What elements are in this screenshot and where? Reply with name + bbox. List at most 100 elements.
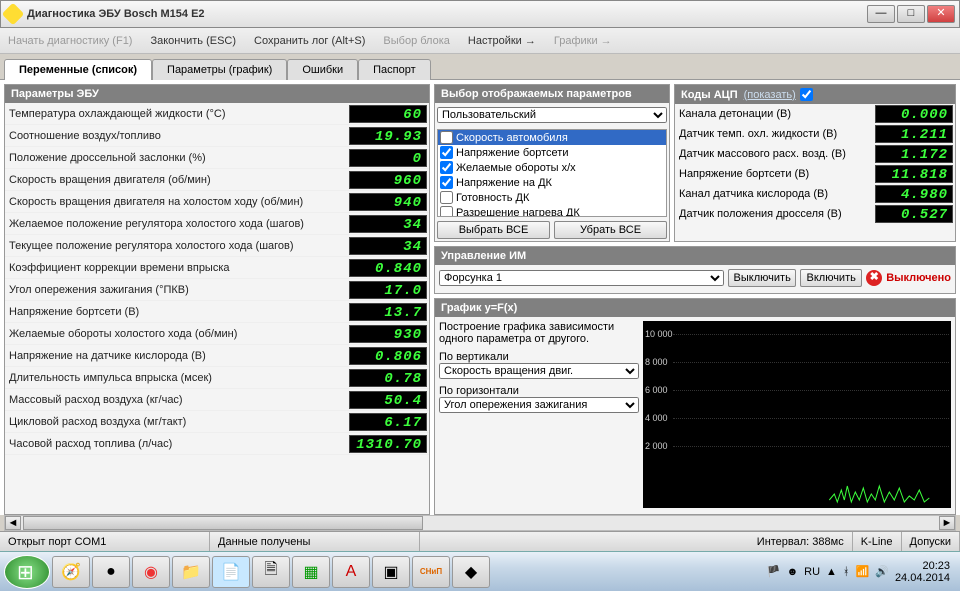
checklist-row[interactable]: Разрешение нагрева ДК: [438, 205, 666, 217]
param-label: Угол опережения зажигания (°ПКВ): [5, 284, 349, 296]
param-checklist[interactable]: Скорость автомобиляНапряжение бортсетиЖе…: [437, 129, 667, 217]
taskbar-icon[interactable]: ▣: [372, 556, 410, 588]
param-row: Длительность импульса впрыска (мсек)0.78: [5, 367, 429, 389]
tray-lang[interactable]: RU: [804, 566, 820, 578]
taskbar-icon[interactable]: 🧭: [52, 556, 90, 588]
taskbar-icon[interactable]: СНиП: [412, 556, 450, 588]
menu-end[interactable]: Закончить (ESC): [150, 35, 236, 47]
checklist-row[interactable]: Напряжение бортсети: [438, 145, 666, 160]
adc-show-link[interactable]: (показать): [744, 89, 796, 101]
adc-show-checkbox[interactable]: [800, 88, 813, 101]
checklist-row[interactable]: Готовность ДК: [438, 190, 666, 205]
ecu-params-panel: Параметры ЭБУ Температура охлаждающей жи…: [4, 84, 430, 515]
im-device-select[interactable]: Форсунка 1: [439, 270, 724, 286]
menu-start: Начать диагностику (F1): [8, 35, 132, 47]
scroll-thumb[interactable]: [23, 516, 423, 530]
param-value: 0.840: [349, 259, 427, 277]
tray-vol-icon[interactable]: 🔊: [875, 565, 889, 578]
checklist-checkbox[interactable]: [440, 161, 453, 174]
tray-flag-icon[interactable]: 🏴: [767, 565, 781, 578]
param-label: Соотношение воздух/топливо: [5, 130, 349, 142]
scroll-left-button[interactable]: ◄: [5, 516, 21, 530]
param-label: Цикловой расход воздуха (мг/такт): [5, 416, 349, 428]
deselect-all-button[interactable]: Убрать ВСЕ: [554, 221, 667, 239]
adc-row: Канал датчика кислорода (В)4.980: [675, 184, 955, 204]
checklist-row[interactable]: Скорость автомобиля: [438, 130, 666, 145]
taskbar-icon[interactable]: ◆: [452, 556, 490, 588]
status-data: Данные получены: [210, 532, 420, 551]
param-value: 50.4: [349, 391, 427, 409]
plot-tick: 8 000: [645, 357, 668, 367]
param-label: Текущее положение регулятора холостого х…: [5, 240, 349, 252]
param-select-header: Выбор отображаемых параметров: [435, 85, 669, 103]
im-off-button[interactable]: Выключить: [728, 269, 796, 287]
checklist-checkbox[interactable]: [440, 191, 453, 204]
maximize-button[interactable]: □: [897, 5, 925, 23]
h-scrollbar[interactable]: ◄ ►: [4, 515, 956, 531]
checklist-checkbox[interactable]: [440, 131, 453, 144]
param-row: Массовый расход воздуха (кг/час)50.4: [5, 389, 429, 411]
param-row: Скорость вращения двигателя (об/мин)960: [5, 169, 429, 191]
param-row: Коэффициент коррекции времени впрыска0.8…: [5, 257, 429, 279]
taskbar-icon[interactable]: 📁: [172, 556, 210, 588]
start-button[interactable]: [4, 555, 50, 589]
checklist-label: Напряжение на ДК: [456, 177, 552, 189]
menu-settings[interactable]: Настройки →: [468, 35, 536, 47]
tab-passport[interactable]: Паспорт: [358, 59, 431, 80]
param-label: Желаемое положение регулятора холостого …: [5, 218, 349, 230]
taskbar-icon[interactable]: ▦: [292, 556, 330, 588]
menu-save[interactable]: Сохранить лог (Alt+S): [254, 35, 365, 47]
param-value: 0: [349, 149, 427, 167]
checklist-label: Готовность ДК: [456, 192, 529, 204]
im-panel: Управление ИМ Форсунка 1 Выключить Включ…: [434, 246, 956, 294]
graph-vaxis-select[interactable]: Скорость вращения двиг.: [439, 363, 639, 379]
param-row: Напряжение на датчике кислорода (В)0.806: [5, 345, 429, 367]
param-row: Угол опережения зажигания (°ПКВ)17.0: [5, 279, 429, 301]
tray-face-icon[interactable]: ☻: [787, 566, 799, 578]
im-on-button[interactable]: Включить: [800, 269, 862, 287]
menubar: Начать диагностику (F1) Закончить (ESC) …: [0, 28, 960, 54]
tray-bt-icon[interactable]: ᚼ: [843, 566, 850, 578]
taskbar-icon[interactable]: ●: [92, 556, 130, 588]
tray-chevron-up-icon[interactable]: ▲: [826, 566, 837, 578]
status-dopuski: Допуски: [902, 532, 960, 551]
checklist-checkbox[interactable]: [440, 146, 453, 159]
checklist-checkbox[interactable]: [440, 176, 453, 189]
graph-haxis-select[interactable]: Угол опережения зажигания: [439, 397, 639, 413]
param-value: 6.17: [349, 413, 427, 431]
tab-variables[interactable]: Переменные (список): [4, 59, 152, 80]
tab-params[interactable]: Параметры (график): [152, 59, 287, 80]
tab-errors[interactable]: Ошибки: [287, 59, 358, 80]
adc-row: Датчик положения дросселя (В)0.527: [675, 204, 955, 224]
param-value: 34: [349, 215, 427, 233]
adc-value: 1.172: [875, 145, 953, 163]
select-all-button[interactable]: Выбрать ВСЕ: [437, 221, 550, 239]
taskbar-icon[interactable]: 📄: [212, 556, 250, 588]
taskbar-icon[interactable]: A: [332, 556, 370, 588]
taskbar-icon[interactable]: ◉: [132, 556, 170, 588]
param-value: 13.7: [349, 303, 427, 321]
checklist-row[interactable]: Желаемые обороты х/х: [438, 160, 666, 175]
checklist-checkbox[interactable]: [440, 206, 453, 217]
plot-gridline: [673, 362, 949, 363]
checklist-row[interactable]: Напряжение на ДК: [438, 175, 666, 190]
param-value: 17.0: [349, 281, 427, 299]
graph-haxis-label: По горизонтали: [439, 385, 639, 397]
minimize-button[interactable]: —: [867, 5, 895, 23]
param-mode-select[interactable]: Пользовательский: [437, 107, 667, 123]
close-button[interactable]: ✕: [927, 5, 955, 23]
plot-tick: 6 000: [645, 385, 668, 395]
param-row: Часовой расход топлива (л/час)1310.70: [5, 433, 429, 455]
tray-net-icon[interactable]: 📶: [856, 565, 870, 578]
adc-panel: Коды АЦП (показать) Канала детонации (В)…: [674, 84, 956, 242]
tray-time: 20:23: [895, 560, 950, 572]
scroll-right-button[interactable]: ►: [939, 516, 955, 530]
menu-graphs: Графики →: [554, 35, 612, 47]
adc-value: 1.211: [875, 125, 953, 143]
param-label: Скорость вращения двигателя (об/мин): [5, 174, 349, 186]
param-value: 19.93: [349, 127, 427, 145]
param-value: 0.806: [349, 347, 427, 365]
param-value: 34: [349, 237, 427, 255]
taskbar-icon[interactable]: 🗎: [252, 556, 290, 588]
plot-gridline: [673, 418, 949, 419]
